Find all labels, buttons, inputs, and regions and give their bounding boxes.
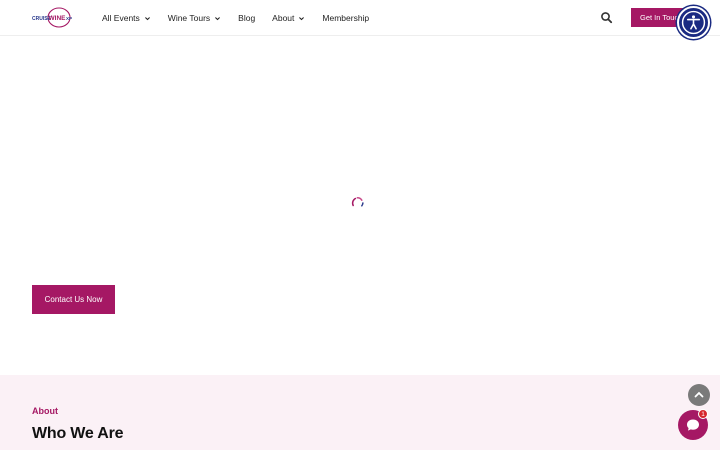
search-icon <box>601 12 613 24</box>
contact-us-button[interactable]: Contact Us Now <box>32 285 115 314</box>
svg-text:XP: XP <box>66 16 72 21</box>
nav-item-label: Blog <box>238 13 256 23</box>
accessibility-button[interactable] <box>677 6 710 39</box>
about-kicker: About <box>32 406 58 416</box>
about-section: About Who We Are <box>0 375 720 450</box>
main-nav: All Events Wine Tours Blog About Members… <box>102 0 386 36</box>
search-button[interactable] <box>600 11 613 24</box>
site-header: CRUISE WINE XP All Events Wine Tours Blo… <box>0 0 720 39</box>
nav-item-blog[interactable]: Blog <box>238 13 255 23</box>
chevron-down-icon <box>144 16 150 20</box>
nav-item-label: About <box>272 13 295 23</box>
chevron-down-icon <box>215 16 221 20</box>
chat-icon <box>687 419 699 431</box>
chat-notification-badge: 1 <box>698 409 708 419</box>
chevron-down-icon <box>299 16 305 20</box>
svg-text:WINE: WINE <box>49 15 67 22</box>
nav-item-about[interactable]: About <box>272 13 305 23</box>
about-title: Who We Are <box>32 425 124 442</box>
nav-item-wine-tours[interactable]: Wine Tours <box>168 13 221 23</box>
page: CRUISE WINE XP All Events Wine Tours Blo… <box>0 0 720 450</box>
contact-button-label: Contact Us Now <box>44 295 103 304</box>
site-logo[interactable]: CRUISE WINE XP <box>31 7 73 28</box>
nav-item-membership[interactable]: Membership <box>322 13 369 23</box>
nav-item-label: Wine Tours <box>167 13 211 23</box>
scroll-to-top-button[interactable] <box>688 384 710 406</box>
accessibility-icon <box>681 10 706 35</box>
chevron-up-icon <box>694 391 704 398</box>
nav-item-all-events[interactable]: All Events <box>102 13 151 23</box>
nav-item-label: Membership <box>322 13 370 23</box>
loading-spinner-icon <box>351 197 364 207</box>
nav-item-label: All Events <box>102 13 140 23</box>
